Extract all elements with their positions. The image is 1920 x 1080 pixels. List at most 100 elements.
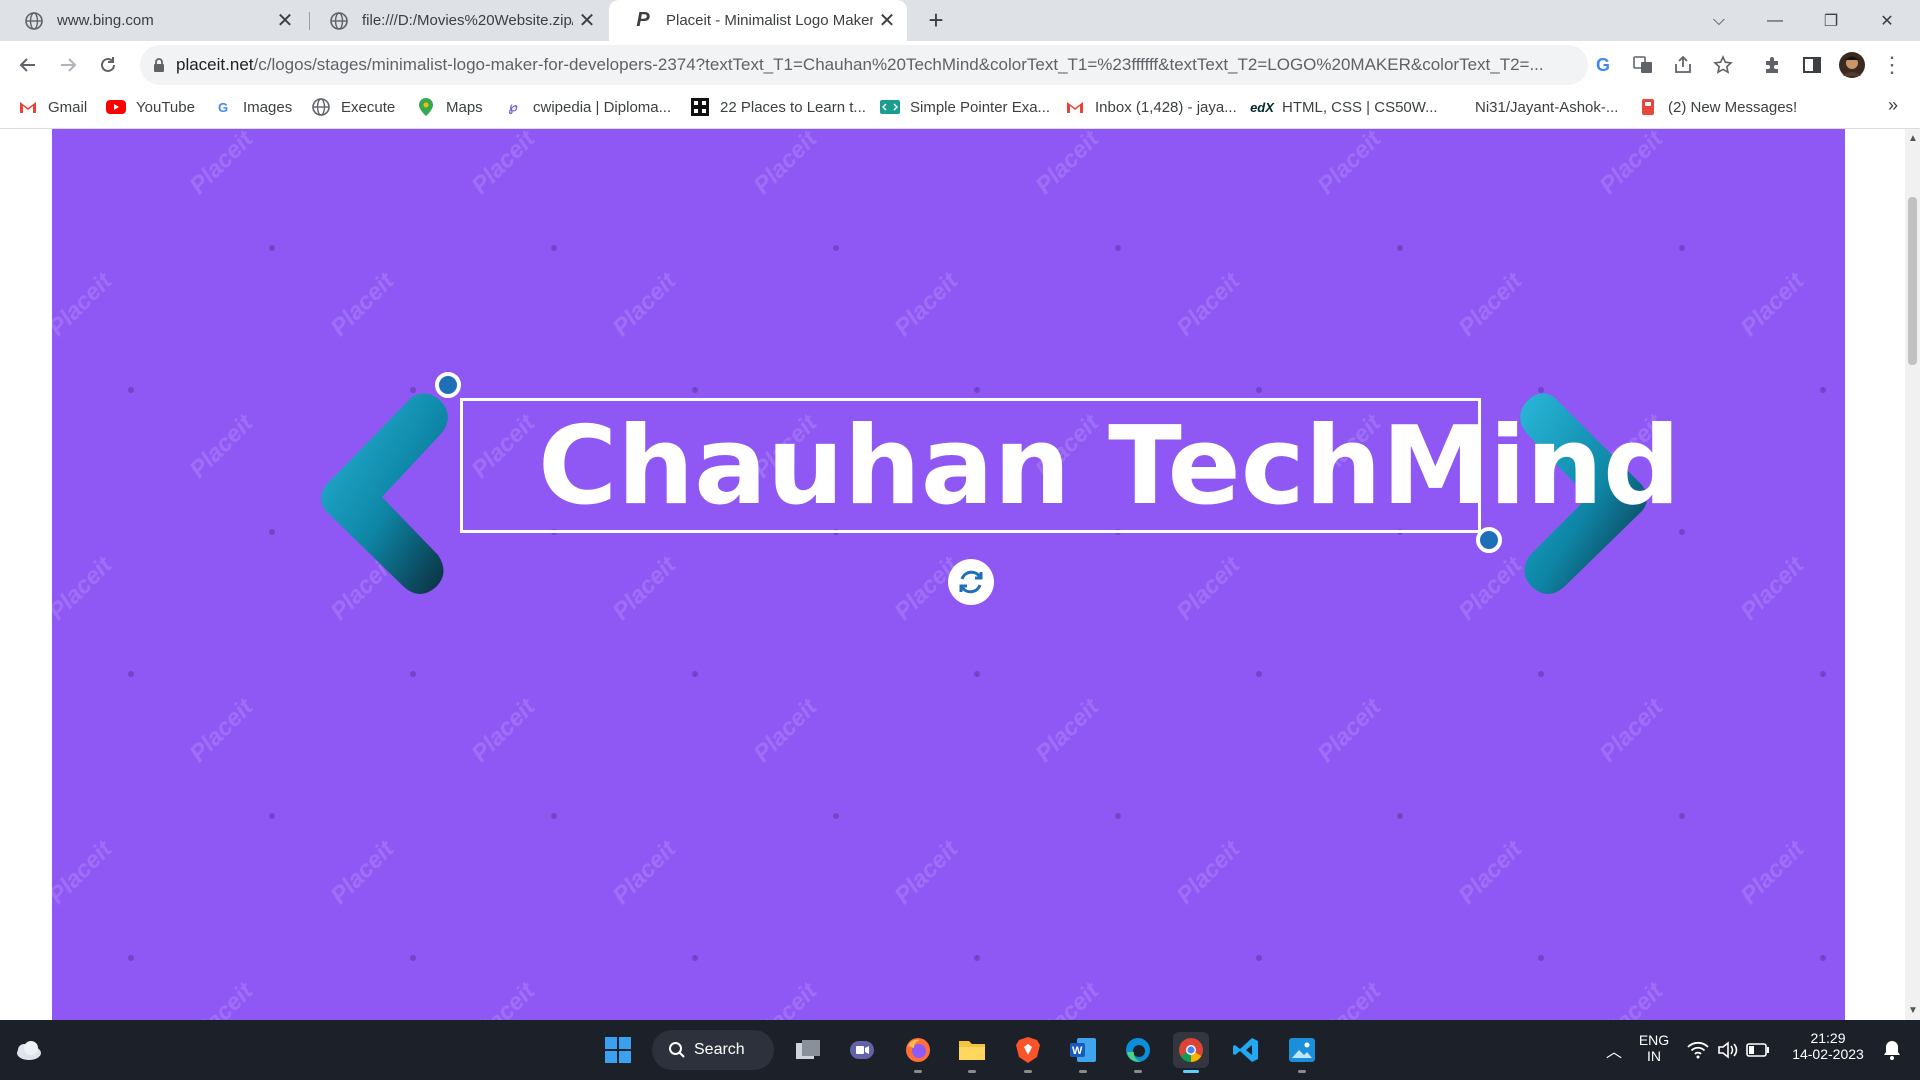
back-icon[interactable] (12, 49, 44, 81)
bookmark-youtube[interactable]: YouTube (106, 89, 195, 125)
gmail-icon (1065, 98, 1085, 116)
grid-dot (551, 813, 557, 819)
rotate-handle-icon[interactable] (948, 559, 994, 605)
grid-dot (269, 245, 275, 251)
firefox-icon[interactable] (900, 1032, 936, 1073)
bookmark-22-places[interactable]: 22 Places to Learn t... (690, 89, 866, 125)
close-icon[interactable]: ✕ (573, 7, 601, 35)
bookmark-new-messages[interactable]: (2) New Messages! (1638, 89, 1797, 125)
svg-text:W: W (1072, 1045, 1083, 1057)
resize-handle-bottom-right[interactable] (1476, 527, 1502, 553)
google-icon[interactable]: G (1590, 52, 1616, 78)
scroll-up-icon[interactable]: ▲ (1908, 133, 1918, 144)
qr-icon (690, 98, 710, 116)
url-text[interactable]: placeit.net/c/logos/stages/minimalist-lo… (176, 55, 1588, 75)
bookmark-simple-pointer[interactable]: Simple Pointer Exa... (880, 89, 1050, 125)
tab-search-button[interactable]: ⌵ (1691, 0, 1747, 41)
grid-dot (974, 387, 980, 393)
page-content: Placeit Placeit Placeit Placeit Placeit Place… (0, 129, 1920, 1020)
reload-icon[interactable] (92, 49, 124, 81)
grid-dot (1538, 955, 1544, 961)
windows-start-icon[interactable] (600, 1032, 636, 1068)
watermark-text: Placeit (325, 835, 400, 910)
tab-bing[interactable]: www.bing.com ✕ (0, 0, 305, 41)
grid-dot (1256, 671, 1262, 677)
bookmark-maps[interactable]: Maps (416, 89, 483, 125)
bookmark-cs50w[interactable]: edX HTML, CSS | CS50W... (1250, 89, 1438, 125)
weather-icon[interactable] (10, 1032, 46, 1068)
teams-chat-icon[interactable] (844, 1032, 880, 1068)
watermark-text: Placeit (466, 693, 541, 768)
taskbar-search[interactable]: Search (652, 1030, 774, 1070)
bookmark-github[interactable]: Ni31/Jayant-Ashok-... (1445, 89, 1618, 125)
extensions-icon[interactable] (1759, 52, 1785, 78)
browser-toolbar: placeit.net/c/logos/stages/minimalist-lo… (0, 41, 1920, 89)
watermark-text: Placeit (1453, 835, 1528, 910)
task-view-icon[interactable] (790, 1032, 826, 1068)
logo-canvas[interactable]: Placeit Placeit Placeit Placeit Placeit Place… (52, 129, 1845, 1020)
edge-icon[interactable] (1120, 1032, 1156, 1073)
bookmark-label: HTML, CSS | CS50W... (1282, 98, 1438, 116)
grid-dot (692, 955, 698, 961)
clock[interactable]: 21:29 14-02-2023 (1780, 1030, 1876, 1062)
forward-icon[interactable] (52, 49, 84, 81)
restore-button[interactable]: ❐ (1803, 0, 1859, 41)
avatar[interactable] (1839, 52, 1865, 78)
word-icon[interactable]: W (1065, 1032, 1101, 1073)
brave-icon[interactable] (1010, 1032, 1046, 1073)
grid-dot (974, 955, 980, 961)
clock-date: 14-02-2023 (1792, 1046, 1864, 1062)
side-panel-icon[interactable] (1799, 52, 1825, 78)
tab-title: file:///D:/Movies%20Website.zip/ (362, 12, 573, 29)
file-explorer-icon[interactable] (954, 1032, 990, 1073)
watermark-text: Placeit (1735, 835, 1810, 910)
bookmarks-bar: Gmail YouTube G Images Execute Maps ℘ cw… (0, 89, 1920, 129)
selection-box[interactable] (460, 398, 1481, 533)
chrome-icon[interactable] (1173, 1032, 1209, 1073)
close-icon[interactable]: ✕ (873, 7, 901, 35)
more-menu-icon[interactable]: ⋮ (1879, 52, 1905, 78)
scrollbar-thumb[interactable] (1908, 197, 1917, 365)
share-icon[interactable] (1670, 52, 1696, 78)
watermark-text: Placeit (748, 977, 823, 1020)
address-bar[interactable]: placeit.net/c/logos/stages/minimalist-lo… (140, 45, 1588, 85)
tab-placeit[interactable]: P Placeit - Minimalist Logo Maker f ✕ (609, 0, 907, 41)
language-indicator[interactable]: ENG IN (1636, 1032, 1672, 1064)
bookmark-gmail[interactable]: Gmail (18, 89, 87, 125)
photos-icon[interactable] (1284, 1032, 1320, 1073)
resize-handle-top-left[interactable] (435, 372, 461, 398)
new-tab-button[interactable]: + (922, 5, 950, 35)
grid-dot (551, 245, 557, 251)
language-line2: IN (1647, 1048, 1661, 1064)
notifications-icon[interactable] (1874, 1032, 1910, 1068)
bookmark-label: Maps (446, 98, 483, 116)
bookmark-inbox[interactable]: Inbox (1,428) - jaya... (1065, 89, 1237, 125)
battery-icon[interactable] (1740, 1032, 1776, 1068)
scroll-down-icon[interactable]: ▼ (1908, 1005, 1918, 1016)
vscode-icon[interactable] (1228, 1032, 1264, 1068)
watermark-text: Placeit (1594, 693, 1669, 768)
close-window-button[interactable]: ✕ (1859, 0, 1915, 41)
lock-icon[interactable] (152, 57, 166, 73)
watermark-text: Placeit (184, 409, 259, 484)
bookmark-execute[interactable]: Execute (311, 89, 395, 125)
bookmark-star-icon[interactable] (1710, 52, 1736, 78)
tab-movies-website[interactable]: file:///D:/Movies%20Website.zip/ ✕ (305, 0, 607, 41)
grid-dot (1820, 955, 1826, 961)
close-icon[interactable]: ✕ (271, 7, 299, 35)
vertical-scrollbar[interactable]: ▲ ▼ (1905, 129, 1920, 1020)
bookmarks-overflow-icon[interactable]: » (1888, 95, 1898, 116)
bookmark-label: Images (243, 98, 293, 116)
message-icon (1638, 98, 1658, 116)
watermark-text: Placeit (889, 267, 964, 342)
bookmark-images[interactable]: G Images (213, 89, 292, 125)
minimize-button[interactable]: — (1747, 0, 1803, 41)
translate-icon[interactable] (1630, 52, 1656, 78)
watermark-text: Placeit (1030, 693, 1105, 768)
watermark-text: Placeit (1171, 551, 1246, 626)
search-label: Search (694, 1041, 745, 1058)
chevron-up-icon[interactable]: ︿ (1596, 1032, 1632, 1068)
grid-dot (1256, 955, 1262, 961)
bookmark-cwipedia[interactable]: ℘ cwipedia | Diploma... (503, 89, 671, 125)
watermark-text: Placeit (1030, 977, 1105, 1020)
